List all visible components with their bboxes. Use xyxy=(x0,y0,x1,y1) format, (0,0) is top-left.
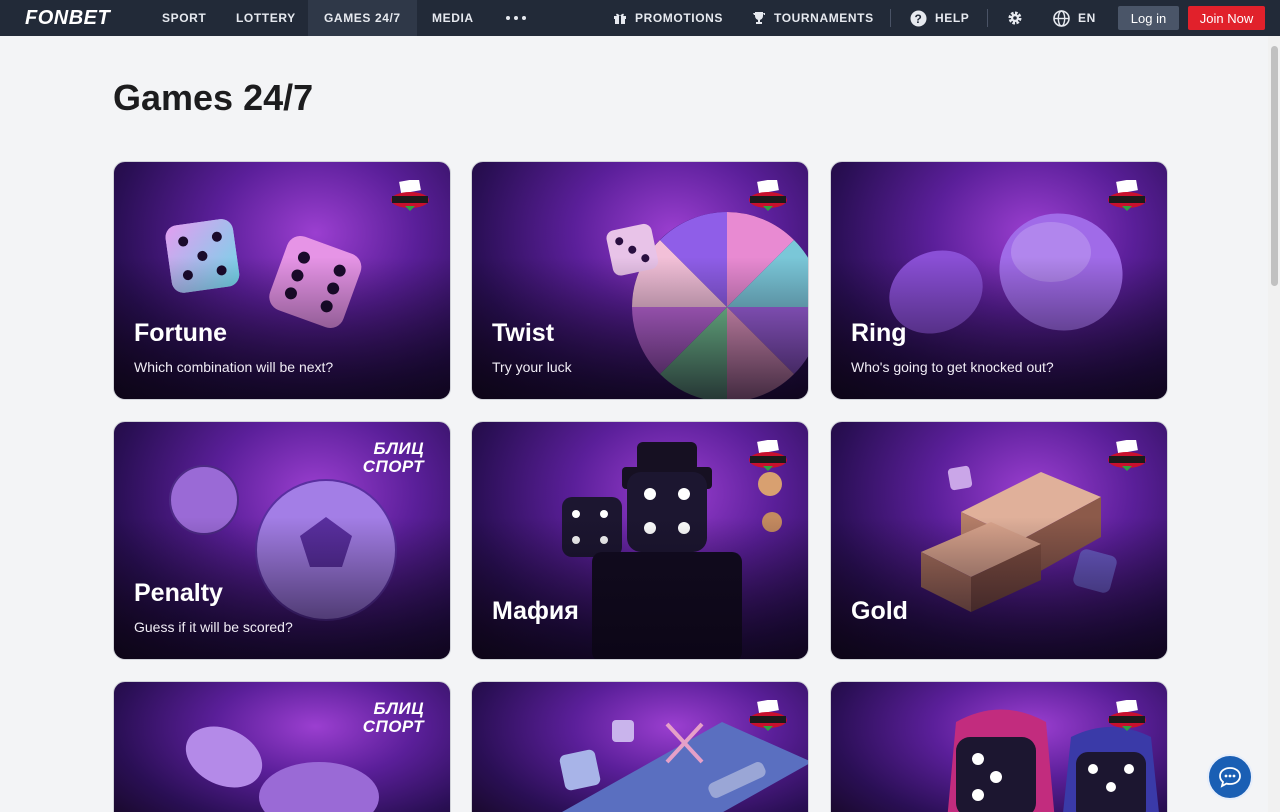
settings-button[interactable] xyxy=(1007,0,1023,36)
game-card-twist[interactable]: Twist Try your luck xyxy=(471,161,809,400)
blitz-line-2: СПОРТ xyxy=(362,717,424,736)
page-title: Games 24/7 xyxy=(113,77,314,118)
globe-icon xyxy=(1053,9,1070,27)
game-subtitle: Try your luck xyxy=(492,359,572,375)
blitz-line-1: БЛИЦ xyxy=(373,699,424,718)
blitz-line-1: БЛИЦ xyxy=(373,439,424,458)
nardball-badge-icon xyxy=(749,700,787,731)
gift-icon xyxy=(613,11,627,25)
nardball-badge-icon xyxy=(749,180,787,211)
join-now-button[interactable]: Join Now xyxy=(1188,6,1265,30)
game-subtitle: Which combination will be next? xyxy=(134,359,334,375)
trophy-icon xyxy=(752,11,766,25)
nardball-badge-icon xyxy=(1108,180,1146,211)
fonbet-logo[interactable]: FONBET xyxy=(25,7,110,30)
nardball-badge-icon xyxy=(749,440,787,471)
divider xyxy=(987,9,988,27)
language-label: EN xyxy=(1078,11,1096,25)
nav-lottery[interactable]: LOTTERY xyxy=(236,0,296,36)
nav-sport[interactable]: SPORT xyxy=(162,0,206,36)
help-label: HELP xyxy=(935,11,970,25)
scrollbar[interactable] xyxy=(1268,36,1280,812)
svg-text:?: ? xyxy=(915,12,923,26)
divider xyxy=(890,9,891,27)
gear-icon xyxy=(1007,10,1023,26)
game-card-penalty[interactable]: БЛИЦ СПОРТ Penalty Guess if it will be s… xyxy=(113,421,451,660)
game-title: Penalty xyxy=(134,579,223,607)
game-subtitle: Guess if it will be scored? xyxy=(134,619,293,635)
game-title: Мафия xyxy=(492,597,579,625)
nav-games-24-7[interactable]: GAMES 24/7 xyxy=(308,0,417,36)
game-card-battleship[interactable] xyxy=(471,681,809,812)
game-title: Ring xyxy=(851,319,907,347)
language-selector[interactable]: EN xyxy=(1053,0,1096,36)
game-card-fortune[interactable]: Fortune Which combination will be next? xyxy=(113,161,451,400)
promotions-label: PROMOTIONS xyxy=(635,11,724,25)
more-menu-icon[interactable] xyxy=(506,16,526,20)
game-card-ring[interactable]: Ring Who's going to get knocked out? xyxy=(830,161,1168,400)
game-card-dice-cups[interactable] xyxy=(830,681,1168,812)
top-navigation-bar: FONBET SPORT LOTTERY GAMES 24/7 MEDIA PR… xyxy=(0,0,1280,36)
login-button[interactable]: Log in xyxy=(1118,6,1179,30)
game-card-hockey[interactable]: БЛИЦ СПОРТ xyxy=(113,681,451,812)
game-card-mafia[interactable]: Мафия xyxy=(471,421,809,660)
nardball-badge-icon xyxy=(391,180,429,211)
help-link[interactable]: ? HELP xyxy=(910,0,969,36)
game-subtitle: Who's going to get knocked out? xyxy=(851,359,1054,375)
nav-media[interactable]: MEDIA xyxy=(432,0,474,36)
game-card-gold[interactable]: Gold xyxy=(830,421,1168,660)
nardball-badge-icon xyxy=(1108,440,1146,471)
nardball-badge-icon xyxy=(1108,700,1146,731)
game-title: Gold xyxy=(851,597,908,625)
blitz-line-2: СПОРТ xyxy=(362,457,424,476)
promotions-link[interactable]: PROMOTIONS xyxy=(613,0,723,36)
card-shade xyxy=(831,516,1167,659)
scrollbar-thumb[interactable] xyxy=(1271,46,1278,286)
game-title: Twist xyxy=(492,319,555,347)
blitz-sport-badge: БЛИЦ СПОРТ xyxy=(363,440,424,476)
blitz-sport-badge: БЛИЦ СПОРТ xyxy=(363,700,424,736)
tournaments-label: TOURNAMENTS xyxy=(774,11,874,25)
game-title: Fortune xyxy=(134,319,228,347)
tournaments-link[interactable]: TOURNAMENTS xyxy=(752,0,874,36)
question-icon: ? xyxy=(910,10,927,27)
chat-bubble-icon xyxy=(1218,766,1242,788)
card-shade xyxy=(472,516,808,659)
chat-button[interactable] xyxy=(1207,754,1253,800)
